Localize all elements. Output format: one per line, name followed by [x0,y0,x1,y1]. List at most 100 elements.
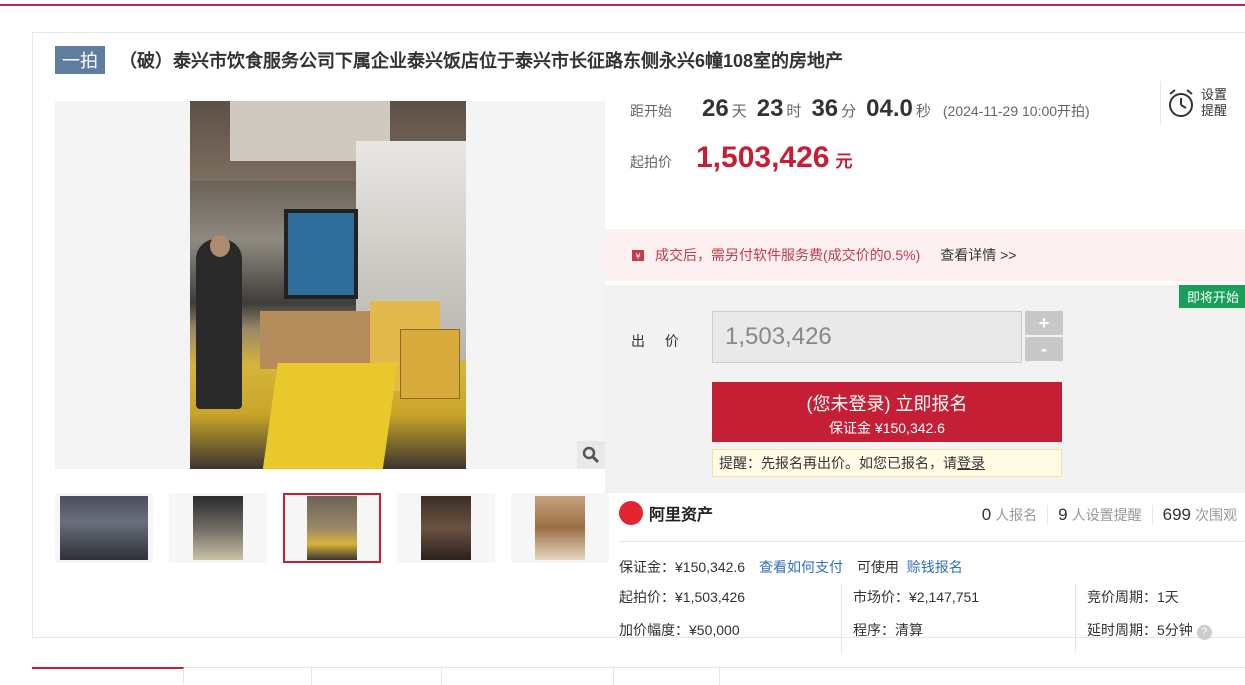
detail-tabs [32,667,1245,685]
signup-button[interactable]: (您未登录) 立即报名 保证金 ¥150,342.6 [712,382,1062,442]
stat-signups-count: 0 [981,505,992,524]
thumbnail[interactable] [55,493,153,563]
zoom-icon[interactable] [577,441,605,469]
countdown-hours-unit: 时 [786,103,802,120]
bid-area: 即将开始 出 价 1,503,426 + - (您未登录) 立即报名 保证金 ¥… [605,285,1245,493]
tab[interactable] [184,668,312,685]
photo-yellow-package [262,363,398,469]
credit-signup-link[interactable]: 赊钱报名 [907,559,963,575]
start-time-note: (2024-11-29 10:00开拍) [942,103,1090,119]
stat-signups-label: 人报名 [995,507,1038,523]
login-link[interactable]: 登录 [957,453,985,473]
bid-amount-input[interactable]: 1,503,426 [712,311,1022,363]
start-price-label: 起拍价 [630,154,672,170]
top-accent-line [0,0,1245,6]
alarm-clock-icon [1169,89,1193,117]
title-row: 一拍 （破）泰兴市饮食服务公司下属企业泰兴饭店位于泰兴市长征路东侧永兴6幢108… [55,46,844,74]
photo-person-head [210,235,230,257]
fee-icon: ¥ [632,250,644,261]
start-price-row: 起拍价 1,503,426 元 [630,141,852,175]
photo-boxes [400,329,460,399]
reminder-label: 设置 提醒 [1201,87,1227,119]
countdown-days: 26 [702,95,729,122]
increase-bid-button[interactable]: + [1025,311,1063,335]
login-tip-text: 提醒：先报名再出价。如您已报名，请 [719,455,957,471]
ali-assets-logo-icon [619,501,643,525]
stat-signups: 0 人报名 [972,505,1047,525]
auction-info-panel: 距开始 26 天 23 时 36 分 04.0 秒 (2024-11-29 10… [605,81,1245,653]
start-price-value: 1,503,426 [696,141,830,174]
brand: 阿里资产 [619,501,713,525]
stat-reminders-count: 9 [1058,505,1068,524]
thumbnail-image [421,496,471,560]
divider [841,583,842,653]
stat-reminders: 9 人设置提醒 [1047,505,1151,525]
svg-text:¥: ¥ [635,252,640,261]
main-photo[interactable] [55,101,605,469]
set-reminder-button[interactable]: 设置 提醒 [1160,81,1245,125]
tab[interactable] [312,668,442,685]
reminder-label-line1: 设置 [1201,87,1228,102]
countdown-label: 距开始 [630,103,672,119]
thumbnail[interactable] [169,493,267,563]
detail-increment: 加价幅度：¥50,000 [619,622,740,638]
auction-round-badge: 一拍 [55,46,105,74]
tab[interactable] [614,668,720,685]
usable-label: 可使用 [856,559,899,575]
auction-card: 一拍 （破）泰兴市饮食服务公司下属企业泰兴饭店位于泰兴市长征路东侧永兴6幢108… [32,32,1245,653]
brand-name: 阿里资产 [649,507,714,524]
countdown-seconds: 04.0 [866,95,913,122]
service-fee-notice: ¥ 成交后，需另付软件服务费(成交价的0.5%) 查看详情 >> [605,229,1245,281]
thumbnail-strip [55,493,625,565]
countdown: 距开始 26 天 23 时 36 分 04.0 秒 (2024-11-29 10… [630,95,1090,123]
service-fee-text: 成交后，需另付软件服务费(成交价的0.5%) [655,247,921,263]
how-to-pay-link[interactable]: 查看如何支付 [759,559,843,575]
thumbnail-image [60,496,148,560]
stat-views: 699 次围观 [1151,505,1245,525]
photo-boxes [260,311,370,369]
detail-delay: 延时周期：5分钟 [1087,622,1193,638]
bid-label: 出 价 [631,333,687,349]
countdown-minutes-unit: 分 [841,103,857,120]
thumbnail-image [307,496,357,560]
detail-cycle: 竞价周期：1天 [1087,589,1179,605]
status-badge: 即将开始 [1178,285,1245,308]
detail-start-price: 起拍价：¥1,503,426 [619,589,746,605]
login-tip: 提醒：先报名再出价。如您已报名，请 登录 [712,449,1062,477]
help-icon[interactable]: ? [1196,625,1212,640]
photo-person [196,239,242,409]
thumbnail[interactable] [397,493,495,563]
deposit-row: 保证金：¥150,342.6 查看如何支付 可使用 赊钱报名 [619,557,963,577]
details-col-2: 市场价：¥2,147,751 程序：清算 [853,581,979,647]
decrease-bid-button[interactable]: - [1025,337,1063,361]
thumbnail[interactable] [511,493,609,563]
tab[interactable] [442,668,614,685]
page-title: （破）泰兴市饮食服务公司下属企业泰兴饭店位于泰兴市长征路东侧永兴6幢108室的房… [119,51,844,71]
detail-procedure: 程序：清算 [853,622,923,638]
tab-active[interactable] [32,667,184,684]
thumbnail-image [193,496,243,560]
signup-button-label: (您未登录) 立即报名 [806,394,968,414]
countdown-seconds-unit: 秒 [915,103,931,120]
divider [1075,583,1076,653]
divider [619,541,1245,542]
stat-reminders-label: 人设置提醒 [1071,507,1142,523]
photo-door [284,209,358,299]
stat-views-count: 699 [1162,505,1191,524]
property-photo [190,101,466,469]
thumbnail-selected[interactable] [283,493,381,563]
auction-stats: 0 人报名 9 人设置提醒 699 次围观 [972,505,1245,525]
countdown-days-unit: 天 [731,103,747,120]
deposit-label: 保证金：¥150,342.6 [619,559,746,575]
countdown-minutes: 36 [811,95,839,122]
details-col-1: 起拍价：¥1,503,426 加价幅度：¥50,000 [619,581,745,647]
start-price-unit: 元 [835,152,853,171]
countdown-hours: 23 [756,95,784,122]
signup-deposit-label: 保证金 ¥150,342.6 [829,420,945,436]
view-details-link[interactable]: 查看详情 >> [940,245,1016,265]
detail-market-price: 市场价：¥2,147,751 [853,589,980,605]
detail-delay-row: 延时周期：5分钟? [1087,614,1212,647]
details-col-3: 竞价周期：1天 延时周期：5分钟? [1087,581,1212,647]
thumbnail-image [535,496,585,560]
reminder-label-line2: 提醒 [1201,103,1228,118]
